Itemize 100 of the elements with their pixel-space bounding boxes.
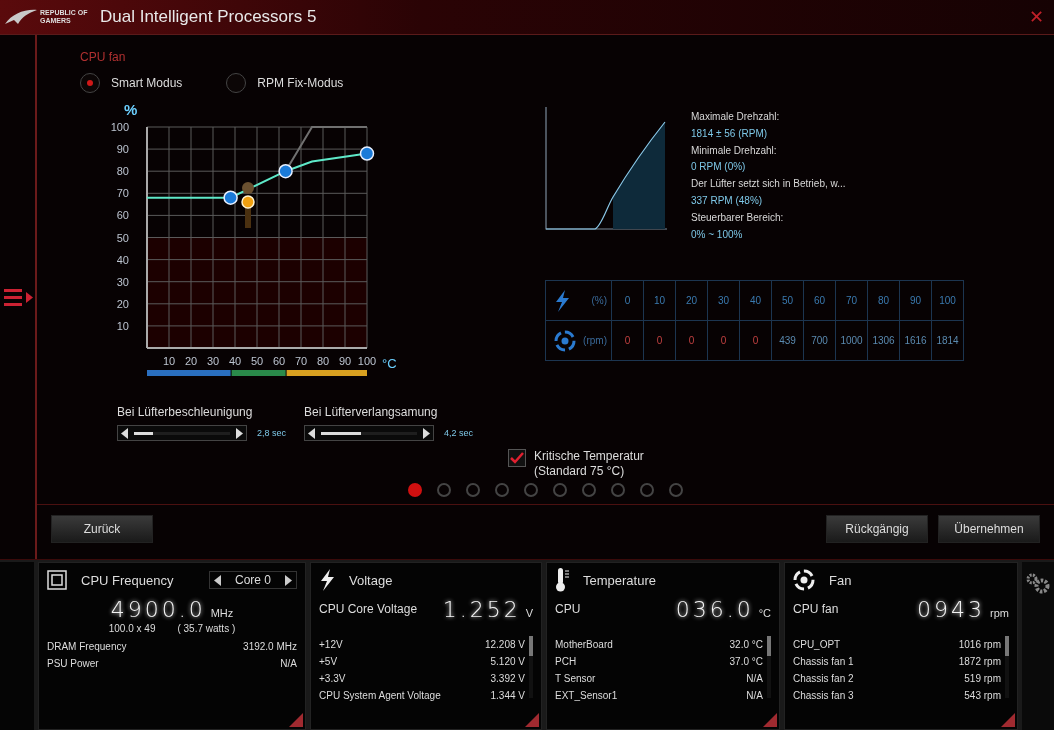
- table-cell: 40: [739, 280, 772, 321]
- multiplier-text: 100.0 x 49: [108, 623, 156, 634]
- table-cell: 0: [739, 320, 772, 361]
- left-arrow-icon[interactable]: [308, 427, 316, 439]
- sensor-value: 519 rpm: [964, 672, 1001, 686]
- tick-label: 80: [316, 355, 330, 367]
- info-label: Minimale Drehzahl:: [691, 143, 778, 158]
- radio-label[interactable]: RPM Fix-Modus: [257, 76, 344, 90]
- scrollbar[interactable]: [529, 636, 533, 698]
- slider-label: Bei Lüfterverlangsamung: [304, 405, 439, 419]
- page-dot[interactable]: [669, 483, 683, 497]
- info-value: 1814 ± 56 (RPM): [691, 126, 769, 141]
- tick-label: 20: [184, 355, 198, 367]
- page-dot[interactable]: [466, 483, 480, 497]
- axis-label: %: [124, 101, 138, 118]
- right-arrow-icon[interactable]: [285, 574, 292, 586]
- table-cell: 1306: [867, 320, 900, 361]
- tick-label: 60: [116, 209, 129, 222]
- eye-logo-icon: [4, 8, 38, 26]
- curve-point-handle[interactable]: [278, 163, 293, 179]
- fan-icon: [793, 569, 815, 591]
- fan-curve-chart[interactable]: % 10 20 30 40 50 60 70 80 90 100 10 20 30 40 50 60 70 80 90 100 °C: [103, 95, 403, 385]
- curve-point-handle[interactable]: [359, 146, 375, 161]
- panel-title: Temperature: [583, 572, 656, 588]
- table-cell: 60: [803, 280, 836, 321]
- reading-unit: V: [525, 607, 533, 619]
- page-dot[interactable]: [582, 483, 596, 497]
- sensor-label: +5V: [319, 655, 338, 669]
- info-label: Maximale Drehzahl:: [691, 110, 781, 124]
- page-dot[interactable]: [611, 483, 625, 497]
- thermometer-icon: [555, 568, 569, 592]
- table-cell: 0: [611, 320, 644, 361]
- sensor-label: EXT_Sensor1: [555, 689, 618, 703]
- info-label: Der Lüfter setzt sich in Betrieb, w...: [691, 177, 846, 192]
- tick-label: 60: [272, 355, 286, 367]
- page-dot[interactable]: [437, 483, 451, 497]
- sensor-value: 37.0 °C: [729, 655, 763, 669]
- settings-icon[interactable]: [1025, 572, 1051, 594]
- action-button[interactable]: Übernehmen: [938, 515, 1040, 543]
- corner-resize-icon[interactable]: [289, 713, 303, 727]
- radio-button[interactable]: [80, 73, 100, 93]
- table-cell: 10: [643, 280, 676, 321]
- corner-resize-icon[interactable]: [763, 713, 777, 727]
- page-dot[interactable]: [408, 483, 422, 497]
- tick-label: 100: [110, 121, 129, 133]
- big-reading: 0943: [917, 597, 986, 622]
- tick-label: 80: [116, 165, 129, 178]
- tick-label: 50: [250, 355, 264, 367]
- current-temperature-marker: [241, 182, 255, 228]
- sensor-value: 12.208 V: [484, 638, 525, 652]
- table-cell: 70: [835, 280, 868, 321]
- table-cell: 30: [707, 280, 740, 321]
- sensor-label: T Sensor: [555, 672, 596, 686]
- table-cell: 1616: [899, 320, 932, 361]
- page-dot[interactable]: [524, 483, 538, 497]
- core-selector[interactable]: Core 0: [208, 571, 297, 589]
- sensor-label: PSU Power: [47, 657, 99, 671]
- sensor-value: 1872 rpm: [958, 655, 1001, 669]
- table-cell: 100: [931, 280, 964, 321]
- page-dot[interactable]: [495, 483, 509, 497]
- sensor-label: +3.3V: [319, 672, 346, 686]
- section-title: CPU fan: [80, 50, 127, 64]
- info-value: 337 RPM (48%): [691, 194, 764, 208]
- corner-resize-icon[interactable]: [1001, 713, 1015, 727]
- page-dot[interactable]: [640, 483, 654, 497]
- left-arrow-icon[interactable]: [121, 427, 128, 439]
- menu-icon[interactable]: [4, 287, 34, 307]
- reading-label: CPU fan: [793, 602, 839, 616]
- page-dot[interactable]: [553, 483, 567, 497]
- right-arrow-icon[interactable]: [236, 427, 243, 439]
- tick-label: 40: [116, 253, 129, 266]
- slider[interactable]: [117, 425, 247, 441]
- panel-title: Voltage: [349, 572, 393, 588]
- radio-label[interactable]: Smart Modus: [111, 76, 183, 90]
- axis-label: °C: [382, 356, 397, 371]
- sensor-label: Chassis fan 1: [793, 655, 854, 669]
- sensor-value: N/A: [280, 657, 297, 671]
- corner-resize-icon[interactable]: [525, 713, 539, 727]
- slider-reading: 4,2 sec: [444, 428, 474, 438]
- slider[interactable]: [304, 425, 435, 441]
- power-text: ( 35.7 watts ): [177, 623, 236, 634]
- sensor-value: N/A: [746, 689, 763, 703]
- right-arrow-icon[interactable]: [423, 427, 431, 439]
- big-reading: 4900.0: [110, 597, 206, 622]
- checkbox[interactable]: [508, 449, 526, 467]
- curve-point-handle[interactable]: [223, 190, 238, 205]
- unit-label: (%): [591, 295, 607, 307]
- scrollbar[interactable]: [767, 636, 771, 698]
- scrollbar[interactable]: [1005, 636, 1009, 698]
- window-title: Dual Intelligent Processors 5: [100, 7, 317, 27]
- big-reading: 1.252: [442, 597, 521, 622]
- reading-label: CPU Core Voltage: [319, 602, 418, 616]
- checkbox-label[interactable]: Kritische Temperatur: [534, 449, 644, 464]
- radio-button[interactable]: [226, 73, 247, 93]
- info-value: 0 RPM (0%): [691, 160, 747, 175]
- table-cell: 1000: [835, 320, 868, 361]
- fan-icon: [554, 329, 576, 352]
- back-button[interactable]: Zurück: [51, 515, 153, 543]
- action-button[interactable]: Rückgängig: [826, 515, 928, 543]
- left-arrow-icon[interactable]: [213, 574, 221, 586]
